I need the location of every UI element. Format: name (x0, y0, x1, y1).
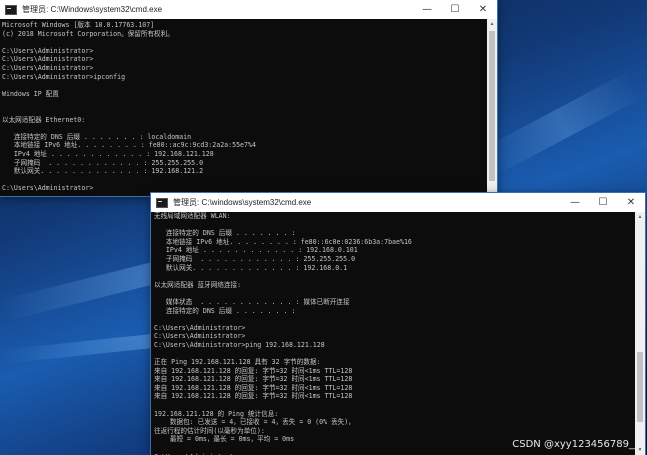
console-output[interactable]: 无线局域网适配器 WLAN: 连接特定的 DNS 后缀 . . . . . . … (151, 212, 635, 455)
console-line: 媒体状态 . . . . . . . . . . . . : 媒体已断开连接 (154, 297, 350, 306)
console-line: 正在 Ping 192.168.121.128 具有 32 字节的数据: (154, 358, 321, 367)
console-line: 来自 192.168.121.128 的回复: 字节=32 时间<1ms TTL… (154, 366, 353, 375)
console-line: IPv4 地址 . . . . . . . . . . . . : 192.16… (154, 246, 358, 255)
minimize-button[interactable]: — (561, 193, 589, 212)
console-line: 来自 192.168.121.128 的回复: 字节=32 时间<1ms TTL… (154, 375, 353, 384)
maximize-button[interactable]: ☐ (589, 193, 617, 212)
csdn-watermark: CSDN @xyy123456789__ (512, 439, 639, 450)
scroll-up-icon[interactable]: ▲ (635, 212, 645, 222)
maximize-button[interactable]: ☐ (441, 0, 469, 19)
title-bar[interactable]: 管理员: C:\Windows\system32\cmd.exe — ☐ ✕ (0, 0, 497, 19)
console-line: 以太网适配器 蓝牙网络连接: (154, 280, 242, 289)
console-line: 连接特定的 DNS 后缀 . . . . . . . : (154, 306, 296, 315)
vertical-scrollbar[interactable]: ▲ (487, 19, 497, 196)
window-title: 管理员: C:\Windows\system32\cmd.exe (22, 5, 163, 14)
title-bar[interactable]: 管理员: C:\windows\system32\cmd.exe — ☐ ✕ (151, 193, 645, 212)
console-line: 数据包: 已发送 = 4，已接收 = 4，丢失 = 0 (0% 丢失)， (154, 418, 355, 427)
console-line: C:\Users\Administrator> (2, 46, 94, 55)
wallpaper-light-beam (480, 70, 645, 177)
scroll-up-icon[interactable]: ▲ (487, 19, 497, 29)
console-line: 默认网关. . . . . . . . . . . . . : 192.168.… (2, 167, 204, 176)
console-line: C:\Users\Administrator>ping 192.168.121.… (154, 340, 325, 349)
console-line: 以太网适配器 Ethernet0: (2, 115, 86, 124)
console-output[interactable]: Microsoft Windows [版本 10.0.17763.107] (c)… (0, 19, 487, 196)
console-line: C:\Users\Administrator> (2, 63, 94, 72)
console-line: 192.168.121.128 的 Ping 统计信息: (154, 409, 279, 418)
minimize-button[interactable]: — (413, 0, 441, 19)
console-line: C:\Users\Administrator> (2, 184, 94, 193)
window-controls: — ☐ ✕ (413, 0, 497, 19)
vertical-scrollbar[interactable]: ▲ ▼ (635, 212, 645, 455)
console-line: 连接特定的 DNS 后缀 . . . . . . . : (154, 229, 296, 238)
console-line: C:\Users\Administrator> (154, 323, 246, 332)
cmd-app-icon (156, 197, 168, 208)
window-title: 管理员: C:\windows\system32\cmd.exe (173, 198, 312, 207)
console-line: 本地链接 IPv6 地址. . . . . . . . : fe80::ac9c… (2, 141, 256, 150)
console-line: 默认网关. . . . . . . . . . . . . : 192.168.… (154, 263, 348, 272)
console-line: (c) 2018 Microsoft Corporation。保留所有权利。 (2, 29, 174, 38)
close-button[interactable]: ✕ (469, 0, 497, 19)
window-controls: — ☐ ✕ (561, 193, 645, 212)
cmd-window-back[interactable]: 管理员: C:\Windows\system32\cmd.exe — ☐ ✕ M… (0, 0, 497, 196)
console-line: Microsoft Windows [版本 10.0.17763.107] (2, 21, 155, 29)
cmd-app-icon (5, 4, 17, 15)
console-line: 无线局域网适配器 WLAN: (154, 212, 231, 220)
console-line: 子网掩码 . . . . . . . . . . . . : 255.255.2… (2, 158, 204, 167)
scrollbar-thumb[interactable] (637, 352, 643, 422)
cmd-window-front[interactable]: 管理员: C:\windows\system32\cmd.exe — ☐ ✕ 无… (151, 193, 645, 455)
console-line: 来自 192.168.121.128 的回复: 字节=32 时间<1ms TTL… (154, 392, 353, 401)
console-line: C:\Users\Administrator> (154, 332, 246, 341)
close-button[interactable]: ✕ (617, 193, 645, 212)
scrollbar-thumb[interactable] (489, 31, 495, 181)
console-line: IPv4 地址 . . . . . . . . . . . . : 192.16… (2, 149, 214, 158)
console-line: 子网掩码 . . . . . . . . . . . . : 255.255.2… (154, 254, 356, 263)
console-line: C:\Users\Administrator> (2, 55, 94, 64)
console-line: Windows IP 配置 (2, 89, 59, 98)
console-line: C:\Users\Administrator>ipconfig (2, 72, 126, 81)
